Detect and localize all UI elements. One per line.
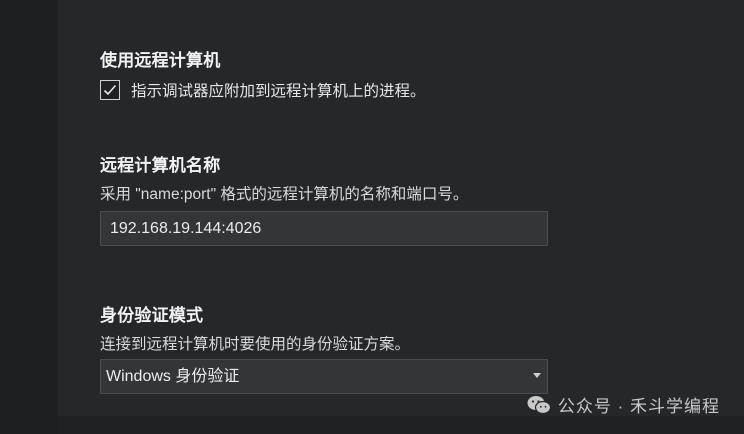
remote-machine-section: 使用远程计算机 指示调试器应附加到远程计算机上的进程。	[100, 46, 426, 101]
watermark-text: 公众号 · 禾斗学编程	[557, 397, 720, 416]
auth-mode-heading: 身份验证模式	[100, 306, 204, 325]
remote-machine-name-heading: 远程计算机名称	[100, 156, 221, 175]
left-gutter	[0, 0, 58, 434]
chevron-down-icon[interactable]	[533, 373, 541, 378]
remote-machine-checkbox-row[interactable]: 指示调试器应附加到远程计算机上的进程。	[100, 79, 426, 101]
remote-machine-name-description: 采用 "name:port" 格式的远程计算机的名称和端口号。	[100, 186, 469, 203]
wechat-icon	[527, 395, 551, 414]
remote-machine-checkbox[interactable]	[100, 80, 120, 100]
auth-mode-selected-value: Windows 身份验证	[106, 368, 240, 385]
remote-machine-heading: 使用远程计算机	[100, 51, 221, 70]
remote-machine-name-section: 远程计算机名称 采用 "name:port" 格式的远程计算机的名称和端口号。	[100, 151, 468, 204]
checkmark-icon	[103, 84, 117, 96]
auth-mode-select[interactable]: Windows 身份验证	[100, 359, 548, 394]
settings-page: 使用远程计算机 指示调试器应附加到远程计算机上的进程。 远程计算机名称 采用 "…	[0, 0, 744, 434]
remote-machine-name-input[interactable]: 192.168.19.144:4026	[100, 211, 548, 246]
remote-machine-checkbox-label[interactable]: 指示调试器应附加到远程计算机上的进程。	[131, 79, 426, 101]
auth-mode-section: 身份验证模式 连接到远程计算机时要使用的身份验证方案。	[100, 301, 410, 354]
auth-mode-description: 连接到远程计算机时要使用的身份验证方案。	[100, 336, 411, 353]
watermark: 公众号 · 禾斗学编程	[526, 392, 720, 417]
